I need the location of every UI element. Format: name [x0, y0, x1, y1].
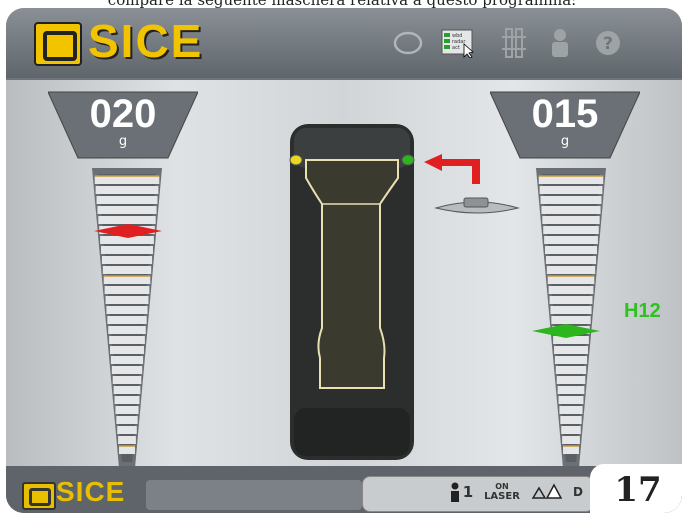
weight-type-status[interactable] [528, 478, 564, 506]
brand-logo-icon [34, 22, 82, 66]
scale-segment [559, 406, 583, 414]
scale-segment [562, 436, 580, 444]
help-icon[interactable]: ? [590, 28, 626, 58]
scale-segment [111, 366, 143, 374]
scale-segment [105, 296, 149, 304]
scale-segment [115, 406, 139, 414]
scale-segment [554, 346, 588, 354]
bottom-status-bar: SICE 1 ON LASER D 17 [6, 464, 682, 513]
weight-type-icon [531, 483, 563, 499]
scale-segment [545, 256, 597, 264]
spoke-icon[interactable] [496, 28, 532, 58]
scale-segment [109, 336, 145, 344]
scale-segment [107, 316, 147, 324]
left-weight-unit: g [118, 134, 128, 149]
scale-segment [101, 256, 153, 264]
laser-status-bottom: LASER [484, 491, 520, 502]
scale-segment [114, 396, 140, 404]
scale-segment [108, 326, 146, 334]
page-number: 17 [590, 464, 682, 513]
left-weight-display: 020 g [48, 90, 198, 160]
scale-segment [549, 296, 593, 304]
scale-segment [563, 446, 579, 454]
laser-status[interactable]: ON LASER [482, 478, 522, 506]
scale-segment [557, 386, 585, 394]
scale-segment [547, 276, 595, 284]
footer-logo-icon [22, 482, 56, 510]
scale-segment [548, 286, 594, 294]
scale-segment [113, 386, 141, 394]
scale-segment [94, 176, 160, 184]
operator-icon[interactable] [542, 28, 578, 58]
operator-status-icon [450, 482, 459, 502]
scale-segment [104, 286, 150, 294]
scale-segment [558, 396, 584, 404]
scale-segment [118, 436, 136, 444]
operator-status[interactable]: 1 [446, 478, 476, 506]
footer-brand-name: SICE [56, 476, 126, 507]
right-position-marker [532, 323, 600, 342]
scale-segment [556, 376, 586, 384]
clip-weight-icon [434, 197, 520, 214]
wheel-data-icon[interactable]: wbd radar act [436, 28, 480, 58]
scale-segment [538, 176, 604, 184]
scale-segment [541, 206, 601, 214]
scale-segment [103, 276, 151, 284]
scale-segment [545, 246, 597, 254]
right-position-scale [536, 168, 606, 468]
tyre-icon[interactable] [390, 28, 426, 58]
left-position-scale [92, 168, 162, 468]
scale-segment [560, 416, 582, 424]
scale-segment [97, 206, 157, 214]
scale-segment [106, 306, 148, 314]
scale-segment [561, 426, 581, 434]
scale-segment [110, 346, 144, 354]
scale-segment [95, 186, 159, 194]
scale-segment [117, 426, 137, 434]
scale-segment [550, 306, 592, 314]
scale-segment [540, 196, 602, 204]
scale-segment [542, 216, 600, 224]
operator-number: 1 [462, 483, 474, 501]
message-field [146, 480, 362, 510]
scale-segment [96, 196, 158, 204]
truncated-status: D [573, 485, 583, 499]
top-bar: SICE wbd radar act ? [6, 8, 682, 78]
scale-segment [119, 446, 135, 454]
svg-text:?: ? [603, 34, 613, 54]
scale-segment [116, 416, 138, 424]
scale-segment [544, 236, 598, 244]
main-screen: 020 g 015 g H12 [6, 80, 682, 474]
scale-segment [555, 366, 587, 374]
scale-segment [112, 376, 142, 384]
left-position-marker [94, 223, 162, 242]
scale-segment [539, 186, 603, 194]
left-weight-value: 020 [89, 92, 157, 136]
balancer-screen-frame: SICE wbd radar act ? 020 g 015 g H12 SIC… [6, 8, 682, 513]
brand-name: SICE [88, 15, 204, 67]
scale-segment [102, 266, 152, 274]
scale-segment [110, 356, 144, 364]
right-position-label: H12 [624, 300, 661, 322]
scale-segment [546, 266, 596, 274]
svg-text:act: act [452, 45, 460, 51]
scale-segment [101, 246, 153, 254]
scale-segment [554, 356, 588, 364]
scale-segment [543, 226, 599, 234]
